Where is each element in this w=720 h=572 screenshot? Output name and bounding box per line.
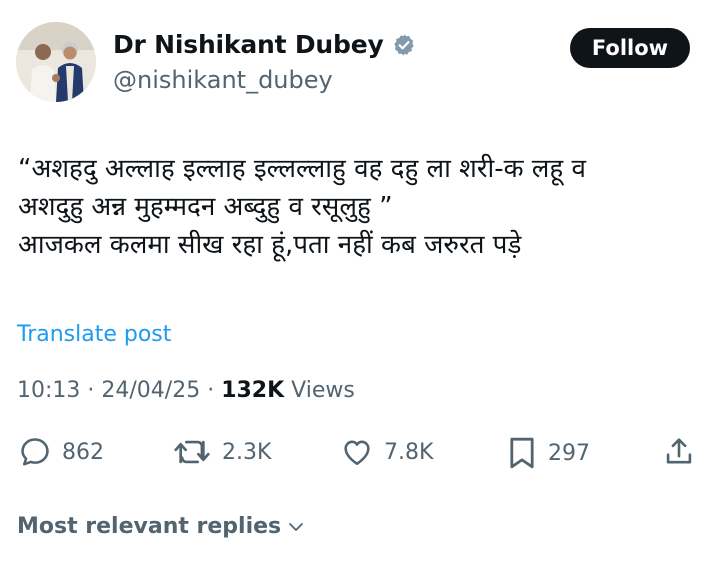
replies-sort-label: Most relevant replies [17, 514, 282, 539]
author-handle[interactable]: @nishikant_dubey [113, 66, 333, 94]
share-icon [666, 438, 692, 464]
author-display-name[interactable]: Dr Nishikant Dubey [113, 30, 384, 59]
bookmark-icon [510, 437, 534, 469]
meta-separator: · [80, 378, 102, 403]
reply-count: 862 [62, 439, 104, 465]
heart-icon [344, 440, 370, 466]
post-time[interactable]: 10:13 [17, 378, 80, 403]
post-date[interactable]: 24/04/25 [101, 378, 200, 403]
post-text-line: “अशहदु अल्लाह इल्लाह इल्लल्लाहु वह दहु ल… [18, 154, 586, 184]
post-text-line: अशदुहु अन्न मुहम्मदन अब्दुहु व रसूलुहु ” [18, 192, 393, 222]
replies-sort-dropdown[interactable]: Most relevant replies [17, 514, 305, 539]
views-label: Views [284, 378, 355, 403]
reply-icon [21, 438, 49, 466]
repost-icon [174, 440, 210, 464]
like-button[interactable]: 7.8K [340, 435, 433, 469]
chevron-down-icon [289, 522, 304, 531]
views-count: 132K [221, 378, 285, 403]
post-text: “अशहदु अल्लाह इल्लाह इल्लल्लाहु वह दहु ल… [18, 150, 708, 264]
post-text-line: आजकल कलमा सीख रहा हूं,पता नहीं कब जरुरत … [18, 230, 522, 260]
meta-separator: · [200, 378, 222, 403]
translate-post-link[interactable]: Translate post [17, 322, 171, 347]
author-name-row: Dr Nishikant Dubey [113, 30, 416, 59]
repost-count: 2.3K [222, 439, 272, 465]
post-detail: Dr Nishikant Dubey @nishikant_dubey Foll… [0, 0, 720, 572]
post-actions: 862 2.3K 7.8K 297 [14, 435, 704, 475]
post-meta: 10:13 · 24/04/25 · 132K Views [17, 378, 355, 403]
like-count: 7.8K [384, 439, 434, 465]
avatar[interactable] [16, 22, 96, 102]
share-button[interactable] [664, 435, 694, 469]
bookmark-count: 297 [548, 440, 590, 466]
avatar-photo [16, 22, 96, 102]
reply-button[interactable]: 862 [18, 435, 104, 469]
verified-badge-icon [392, 33, 416, 57]
repost-button[interactable]: 2.3K [172, 435, 271, 469]
bookmark-button[interactable]: 297 [506, 435, 590, 471]
follow-button[interactable]: Follow [570, 28, 690, 68]
